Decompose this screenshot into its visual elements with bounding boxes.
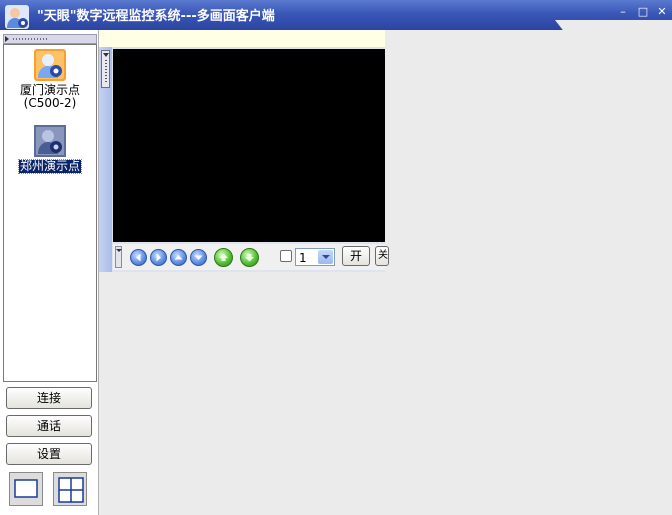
site-list[interactable]: 厦门演示点 (C500-2) 郑州演示点 bbox=[3, 44, 97, 382]
zoom-out-icon bbox=[245, 254, 254, 262]
zoom-in-button[interactable] bbox=[214, 248, 233, 267]
option-checkbox[interactable] bbox=[280, 250, 292, 262]
zoom-out-button[interactable] bbox=[240, 248, 259, 267]
video-display[interactable] bbox=[113, 49, 385, 242]
site-label: 厦门演示点 (C500-2) bbox=[19, 83, 80, 110]
grip-dots-icon bbox=[105, 60, 107, 84]
collapse-arrow-icon bbox=[103, 53, 109, 57]
app-window: "天眼"数字远程监控系统---多画面客户端 – □ ✕ 厦门演示点 (C500-… bbox=[0, 0, 672, 515]
single-view-button[interactable] bbox=[9, 472, 43, 506]
app-icon bbox=[5, 5, 29, 29]
site-item-xiamen[interactable]: 厦门演示点 (C500-2) bbox=[4, 49, 96, 110]
collapse-arrow-icon bbox=[116, 249, 122, 252]
close-button[interactable]: ✕ bbox=[654, 6, 670, 18]
camera-site-icon bbox=[34, 125, 66, 157]
pan-left-button[interactable] bbox=[130, 249, 147, 266]
talk-button[interactable]: 通话 bbox=[6, 415, 92, 437]
channel-select[interactable]: 1 bbox=[295, 248, 335, 266]
connect-button[interactable]: 连接 bbox=[6, 387, 92, 409]
site-label: 郑州演示点 bbox=[17, 159, 83, 174]
camera-site-icon bbox=[34, 49, 66, 81]
video-control-bar: 1 开 关 bbox=[113, 244, 389, 270]
quad-view-button[interactable] bbox=[53, 472, 87, 506]
tilt-up-button[interactable] bbox=[170, 249, 187, 266]
pan-right-button[interactable] bbox=[150, 249, 167, 266]
expand-arrow-icon[interactable] bbox=[5, 36, 9, 42]
channel-value: 1 bbox=[299, 251, 307, 265]
close-video-button[interactable]: 关 bbox=[375, 246, 389, 266]
maximize-button[interactable]: □ bbox=[635, 6, 651, 18]
tilt-down-button[interactable] bbox=[190, 249, 207, 266]
single-view-icon bbox=[14, 479, 38, 498]
site-item-zhengzhou[interactable]: 郑州演示点 bbox=[4, 125, 96, 174]
arrow-up-icon bbox=[174, 255, 183, 260]
chevron-down-icon[interactable] bbox=[318, 250, 333, 264]
minimize-button[interactable]: – bbox=[615, 6, 631, 18]
panel-grip-bar[interactable] bbox=[3, 34, 97, 44]
quad-view-icon bbox=[58, 477, 84, 503]
settings-button[interactable]: 设置 bbox=[6, 443, 92, 465]
zoom-in-icon bbox=[219, 253, 228, 261]
control-bar-grip[interactable] bbox=[115, 246, 122, 268]
video-window: 1 开 关 bbox=[99, 47, 389, 272]
arrow-down-icon bbox=[194, 255, 203, 260]
left-panel: 厦门演示点 (C500-2) 郑州演示点 连接 通话 设置 bbox=[0, 30, 99, 515]
arrow-left-icon bbox=[136, 253, 141, 262]
toolbar-grip[interactable] bbox=[101, 50, 110, 88]
info-strip bbox=[99, 30, 385, 47]
video-side-toolbar bbox=[99, 47, 112, 272]
window-title: "天眼"数字远程监控系统---多画面客户端 bbox=[37, 9, 275, 24]
grip-dots-icon bbox=[13, 38, 47, 40]
main-area: 1 开 关 bbox=[99, 30, 672, 515]
arrow-right-icon bbox=[156, 253, 161, 262]
open-button[interactable]: 开 bbox=[342, 246, 370, 266]
